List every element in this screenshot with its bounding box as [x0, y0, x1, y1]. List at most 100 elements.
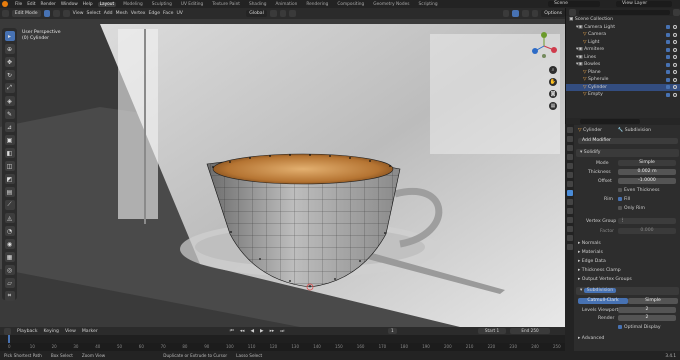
- world-tab-icon[interactable]: [566, 172, 573, 178]
- vertex-select-icon[interactable]: [43, 10, 51, 17]
- exclude-checkbox-icon[interactable]: [666, 40, 670, 44]
- visibility-eye-icon[interactable]: [673, 62, 677, 67]
- playhead[interactable]: [8, 335, 10, 343]
- camera-view-icon[interactable]: ◙: [549, 90, 557, 98]
- menu-file[interactable]: File: [15, 2, 22, 7]
- mode-selector[interactable]: Edit Mode: [11, 10, 41, 17]
- play-icon[interactable]: ▶: [260, 329, 264, 334]
- optimal-display-checkbox[interactable]: [618, 324, 622, 329]
- add-modifier-button[interactable]: Add Modifier: [578, 138, 678, 144]
- visibility-eye-icon[interactable]: [673, 70, 677, 74]
- visibility-eye-icon[interactable]: [673, 92, 677, 97]
- menu-mesh[interactable]: Mesh: [116, 11, 128, 16]
- grid-view-icon[interactable]: ▦: [549, 102, 557, 110]
- rotate-icon[interactable]: ↻: [4, 70, 15, 80]
- only-rim-row[interactable]: Only Rim: [618, 205, 680, 212]
- view-layer-tab-icon[interactable]: [566, 154, 573, 160]
- subpanel-output-vertex-groups[interactable]: ▸ Output Vertex Groups: [578, 276, 678, 283]
- timeline-editor-icon[interactable]: [4, 327, 11, 335]
- outliner-row[interactable]: ▽ Plane: [566, 69, 680, 77]
- overlay-icon[interactable]: [502, 10, 510, 17]
- scale-icon[interactable]: ⤢: [4, 83, 15, 93]
- factor-field[interactable]: 0.000: [618, 228, 676, 234]
- tab-rendering[interactable]: Rendering: [304, 2, 330, 7]
- move-icon[interactable]: ✥: [4, 57, 15, 67]
- exclude-checkbox-icon[interactable]: [666, 92, 670, 97]
- polybuild-icon[interactable]: ◬: [4, 213, 15, 223]
- menu-render[interactable]: Render: [41, 2, 56, 7]
- play-reverse-icon[interactable]: ◀: [251, 329, 255, 334]
- modifier-tab-icon[interactable]: [566, 190, 573, 196]
- outliner-row[interactable]: ▣ Scene Collection: [566, 16, 680, 24]
- subpanel-thickness-clamp[interactable]: ▸ Thickness Clamp: [578, 267, 678, 274]
- transform-orientation-selector[interactable]: Global: [246, 10, 267, 17]
- extrude-icon[interactable]: ◧: [4, 148, 15, 158]
- loopcut-icon[interactable]: ▤: [4, 187, 15, 197]
- menu-timeline-view[interactable]: View: [65, 329, 76, 334]
- even-thickness-row[interactable]: Even Thickness: [618, 187, 680, 194]
- prev-key-icon[interactable]: ◂◂: [240, 329, 245, 334]
- measure-icon[interactable]: ⊿: [4, 122, 15, 132]
- optimal-display-row[interactable]: Optimal Display: [618, 324, 680, 331]
- visibility-eye-icon[interactable]: [673, 40, 677, 44]
- menu-view[interactable]: View: [73, 11, 84, 16]
- tab-sculpting[interactable]: Sculpting: [150, 2, 174, 7]
- cursor-icon[interactable]: ⊕: [4, 44, 15, 54]
- menu-edge[interactable]: Edge: [148, 11, 160, 16]
- edge-select-icon[interactable]: [53, 10, 60, 17]
- snap-icon[interactable]: [279, 10, 287, 17]
- tab-geometry-nodes[interactable]: Geometry Nodes: [371, 2, 411, 7]
- outliner-row[interactable]: ▽ Light: [566, 39, 680, 47]
- menu-add[interactable]: Add: [104, 11, 113, 16]
- spin-icon[interactable]: ◔: [4, 226, 15, 236]
- properties-search-input[interactable]: [580, 119, 640, 124]
- menu-window[interactable]: Window: [61, 2, 78, 7]
- face-select-icon[interactable]: [62, 10, 70, 17]
- outliner-row[interactable]: ▾▣ Armitere: [566, 46, 680, 54]
- offset-field[interactable]: -1.0000: [618, 178, 676, 184]
- current-frame-field[interactable]: 1: [388, 328, 397, 334]
- timeline-ruler[interactable]: 0 10 20 30 40 50 60 70 80 90 100 110 120 130 140 150 160…: [0, 343, 565, 351]
- inset-icon[interactable]: ◫: [4, 161, 15, 171]
- outliner-search-input[interactable]: [579, 9, 670, 15]
- scene-tab-icon[interactable]: [566, 163, 573, 169]
- outliner-editor-icon[interactable]: [569, 8, 576, 16]
- timeline-track[interactable]: [0, 335, 565, 343]
- navigation-gizmo[interactable]: [530, 32, 558, 60]
- tab-uv-editing[interactable]: UV Editing: [179, 2, 205, 7]
- subpanel-advanced[interactable]: ▸ Advanced: [578, 335, 678, 342]
- add-cube-icon[interactable]: ▣: [4, 135, 15, 145]
- options-button[interactable]: Options: [541, 10, 566, 17]
- edge-slide-icon[interactable]: ▦: [4, 252, 15, 262]
- constraints-tab-icon[interactable]: [566, 217, 573, 223]
- annotate-icon[interactable]: ✎: [4, 109, 15, 119]
- tab-layout[interactable]: Layout: [97, 1, 117, 7]
- bevel-icon[interactable]: ◩: [4, 174, 15, 184]
- tab-shading[interactable]: Shading: [247, 2, 268, 7]
- visibility-eye-icon[interactable]: [673, 55, 677, 59]
- subdivision-modifier-header[interactable]: ▾ Subdivision: [576, 287, 679, 295]
- view-layer-selector[interactable]: View Layer: [616, 1, 672, 7]
- simple-button[interactable]: Simple: [628, 298, 678, 304]
- fill-checkbox[interactable]: [618, 196, 622, 201]
- blender-logo-icon[interactable]: [2, 1, 8, 7]
- subpanel-normals[interactable]: ▸ Normals: [578, 240, 678, 247]
- menu-playback[interactable]: Playback: [17, 329, 38, 334]
- levels-viewport-field[interactable]: 2: [618, 307, 676, 313]
- start-frame-field[interactable]: Start 1: [478, 328, 506, 334]
- tab-modeling[interactable]: Modeling: [121, 2, 145, 7]
- shear-icon[interactable]: ▱: [4, 278, 15, 288]
- tab-texture-paint[interactable]: Texture Paint: [210, 2, 242, 7]
- mode-select[interactable]: Simple: [618, 160, 676, 166]
- physics-tab-icon[interactable]: [566, 208, 573, 214]
- outliner-row[interactable]: ▽ Empty: [566, 91, 680, 99]
- subpanel-materials[interactable]: ▸ Materials: [578, 249, 678, 256]
- exclude-checkbox-icon[interactable]: [666, 62, 670, 67]
- knife-icon[interactable]: ⟋: [4, 200, 15, 210]
- exclude-checkbox-icon[interactable]: [666, 55, 670, 59]
- exclude-checkbox-icon[interactable]: [666, 25, 670, 29]
- thickness-field[interactable]: 0.002 m: [618, 169, 676, 175]
- menu-edit[interactable]: Edit: [27, 2, 35, 7]
- tab-animation[interactable]: Animation: [273, 2, 299, 7]
- select-box-icon[interactable]: ▸: [4, 31, 15, 41]
